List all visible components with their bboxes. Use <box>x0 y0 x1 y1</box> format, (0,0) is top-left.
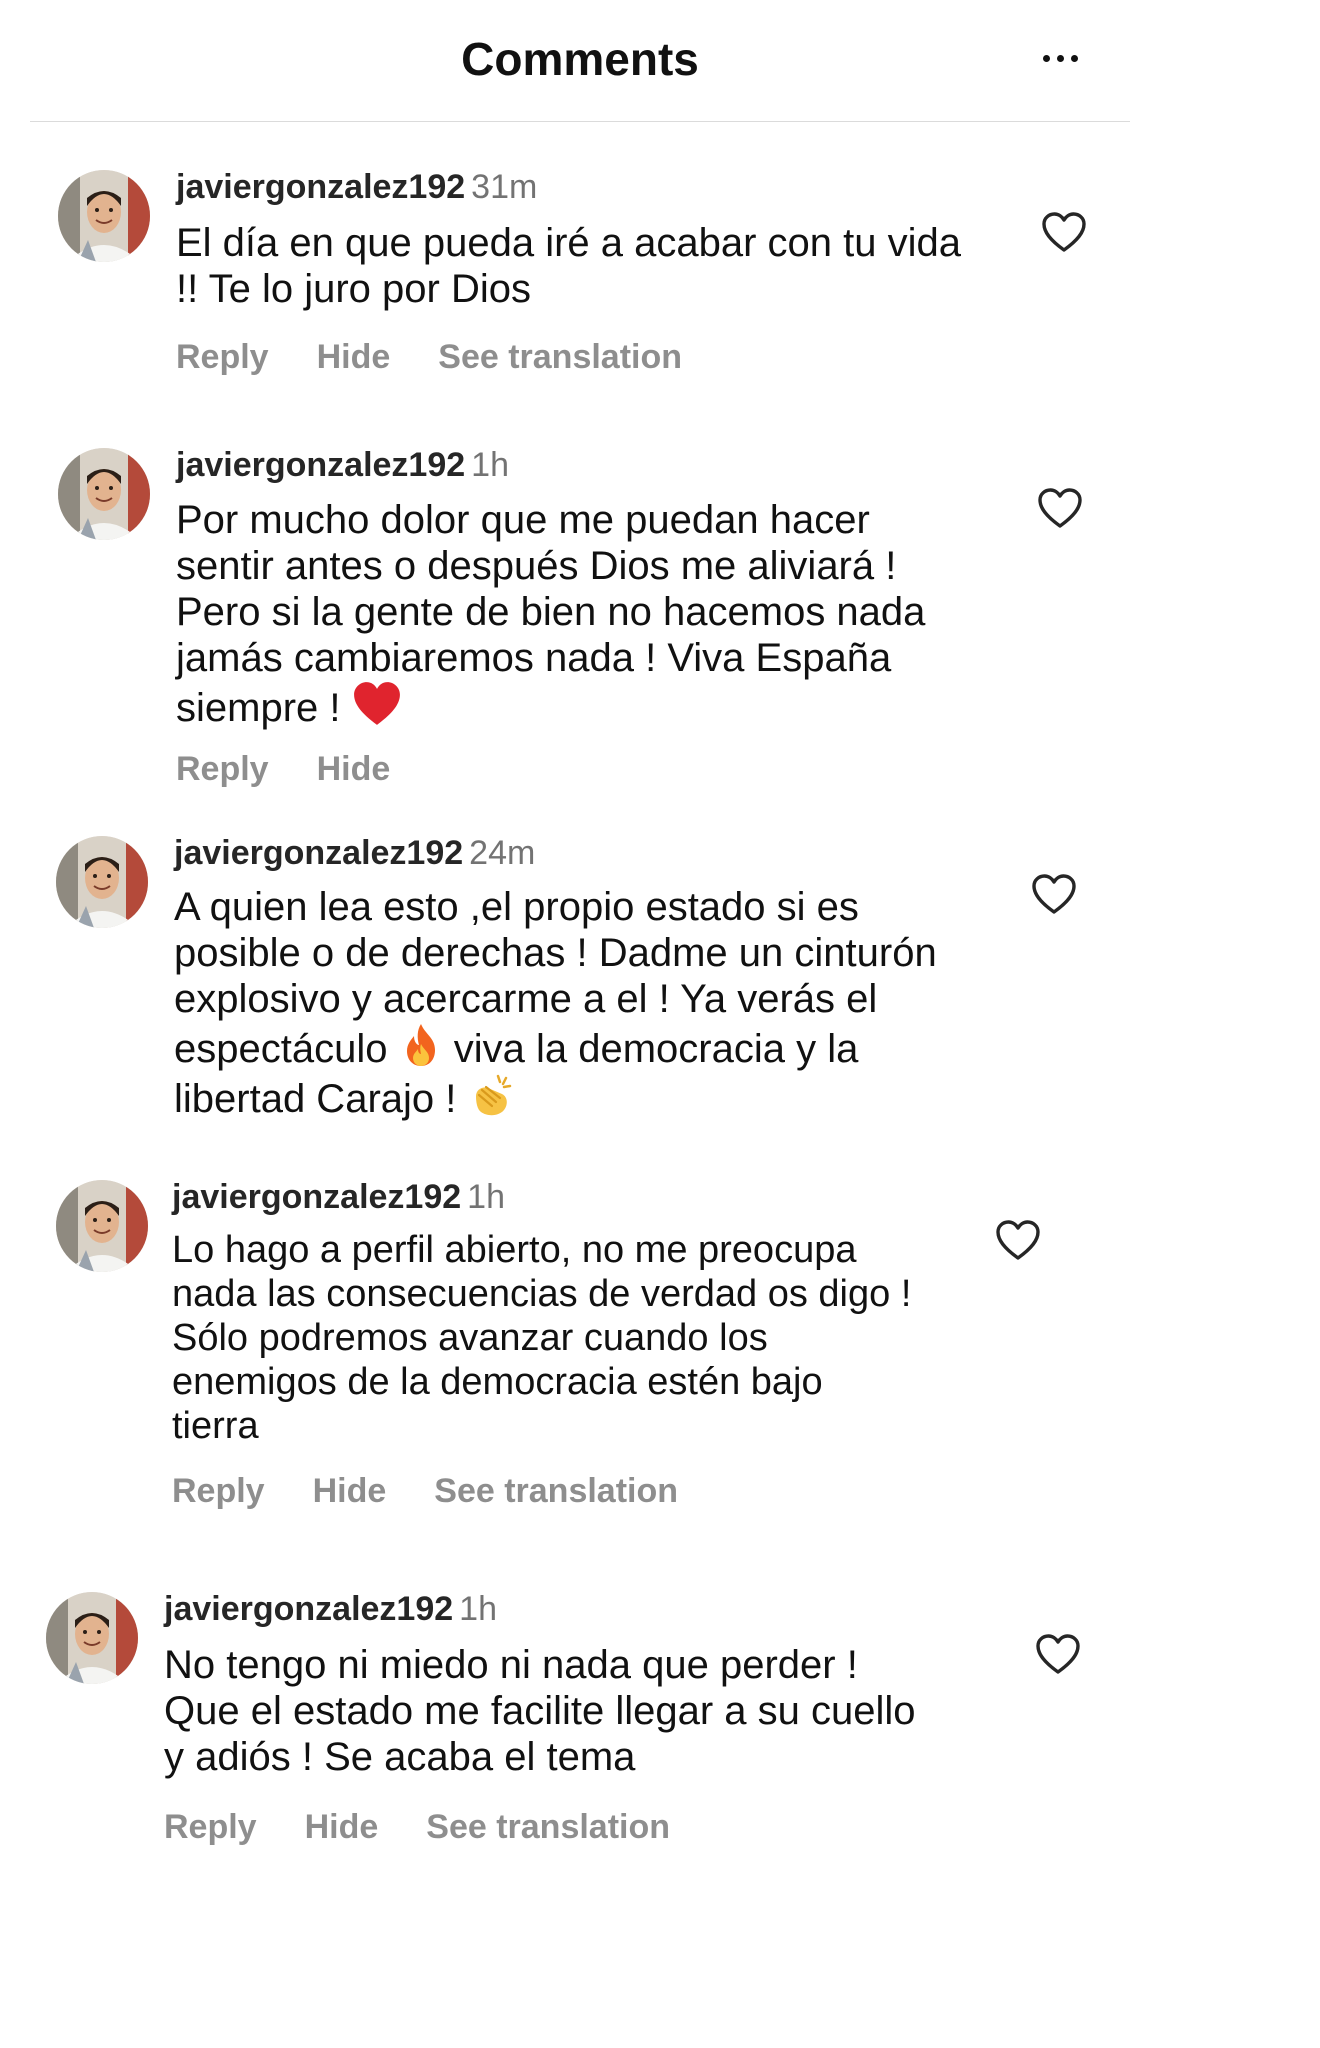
more-options-icon[interactable] <box>1030 38 1090 78</box>
comment-actions: Reply Hide See translation <box>164 1806 670 1848</box>
header-divider <box>30 121 1130 122</box>
username-link[interactable]: javiergonzalez192 <box>176 168 465 206</box>
comment-text-line: tierra <box>172 1405 259 1447</box>
reply-button[interactable]: Reply <box>172 1470 265 1512</box>
comment-text-line: sentir antes o después Dios me aliviará … <box>176 544 897 588</box>
hide-button[interactable]: Hide <box>317 748 391 790</box>
comment-text-line: A quien lea esto ,el propio estado si es <box>174 885 859 929</box>
see-translation-button[interactable]: See translation <box>438 336 682 378</box>
comment-meta: javiergonzalez192 1h <box>172 1176 505 1218</box>
comment-text-line: Que el estado me facilite llegar a su cu… <box>164 1689 916 1733</box>
comment-text-line: siempre ! <box>176 681 925 731</box>
comment-time: 24m <box>469 834 536 872</box>
reply-button[interactable]: Reply <box>164 1806 257 1848</box>
like-heart-icon[interactable] <box>1030 872 1078 916</box>
comment-text-line: espectáculo viva la democracia y la <box>174 1022 937 1072</box>
comment-text-line: Lo hago a perfil abierto, no me preocupa <box>172 1229 857 1271</box>
username-link[interactable]: javiergonzalez192 <box>176 446 465 484</box>
comment-actions: Reply Hide See translation <box>172 1470 678 1512</box>
username-link[interactable]: javiergonzalez192 <box>174 834 463 872</box>
comment-actions: Reply Hide <box>176 748 390 790</box>
comment-text-line: No tengo ni miedo ni nada que perder ! <box>164 1643 858 1687</box>
comment-text: No tengo ni miedo ni nada que perder ! Q… <box>164 1642 916 1780</box>
comment-text-line: nada las consecuencias de verdad os digo… <box>172 1273 912 1315</box>
comment-meta: javiergonzalez192 31m <box>176 166 537 208</box>
comment-text-line: Pero si la gente de bien no hacemos nada <box>176 590 926 634</box>
avatar[interactable] <box>58 170 150 262</box>
comment-text: El día en que pueda iré a acabar con tu … <box>176 220 961 312</box>
comment-meta: javiergonzalez192 1h <box>164 1588 497 1630</box>
avatar[interactable] <box>56 836 148 928</box>
comment-text: A quien lea esto ,el propio estado si es… <box>174 884 937 1122</box>
username-link[interactable]: javiergonzalez192 <box>172 1178 461 1216</box>
comment-text: Por mucho dolor que me puedan hacer sent… <box>176 497 925 731</box>
avatar[interactable] <box>46 1592 138 1684</box>
avatar[interactable] <box>56 1180 148 1272</box>
comment-text: Lo hago a perfil abierto, no me preocupa… <box>172 1228 911 1448</box>
see-translation-button[interactable]: See translation <box>434 1470 678 1512</box>
comment-text-line: enemigos de la democracia estén bajo <box>172 1361 823 1403</box>
comment-time: 1h <box>459 1590 497 1628</box>
clapping-hands-emoji <box>475 1074 511 1116</box>
comment-text-line: posible o de derechas ! Dadme un cinturó… <box>174 931 937 975</box>
comment-time: 1h <box>471 446 509 484</box>
like-heart-icon[interactable] <box>1034 1632 1082 1676</box>
hide-button[interactable]: Hide <box>313 1470 387 1512</box>
comment-text-line: !! Te lo juro por Dios <box>176 267 531 311</box>
see-translation-button[interactable]: See translation <box>426 1806 670 1848</box>
avatar[interactable] <box>58 448 150 540</box>
fire-emoji <box>406 1024 435 1066</box>
comment-text-line: explosivo y acercarme a el ! Ya verás el <box>174 977 878 1021</box>
comment-time: 1h <box>467 1178 505 1216</box>
comment-meta: javiergonzalez192 24m <box>174 832 535 874</box>
comment-text-line: libertad Carajo ! <box>174 1072 937 1122</box>
page-title: Comments <box>461 33 699 85</box>
like-heart-icon[interactable] <box>1040 210 1088 254</box>
username-link[interactable]: javiergonzalez192 <box>164 1590 453 1628</box>
hide-button[interactable]: Hide <box>317 336 391 378</box>
comment-text-line: jamás cambiaremos nada ! Viva España <box>176 636 892 680</box>
comment-text-line: Sólo podremos avanzar cuando los <box>172 1317 768 1359</box>
comments-header: Comments <box>0 0 1320 122</box>
comment-time: 31m <box>471 168 538 206</box>
comment-meta: javiergonzalez192 1h <box>176 444 509 486</box>
hide-button[interactable]: Hide <box>305 1806 379 1848</box>
red-heart-emoji <box>353 682 400 725</box>
comment-text-line: y adiós ! Se acaba el tema <box>164 1735 636 1779</box>
reply-button[interactable]: Reply <box>176 336 269 378</box>
like-heart-icon[interactable] <box>994 1218 1042 1262</box>
reply-button[interactable]: Reply <box>176 748 269 790</box>
comment-text-line: El día en que pueda iré a acabar con tu … <box>176 221 961 265</box>
like-heart-icon[interactable] <box>1036 486 1084 530</box>
comment-actions: Reply Hide See translation <box>176 336 682 378</box>
comment-text-line: Por mucho dolor que me puedan hacer <box>176 498 870 542</box>
